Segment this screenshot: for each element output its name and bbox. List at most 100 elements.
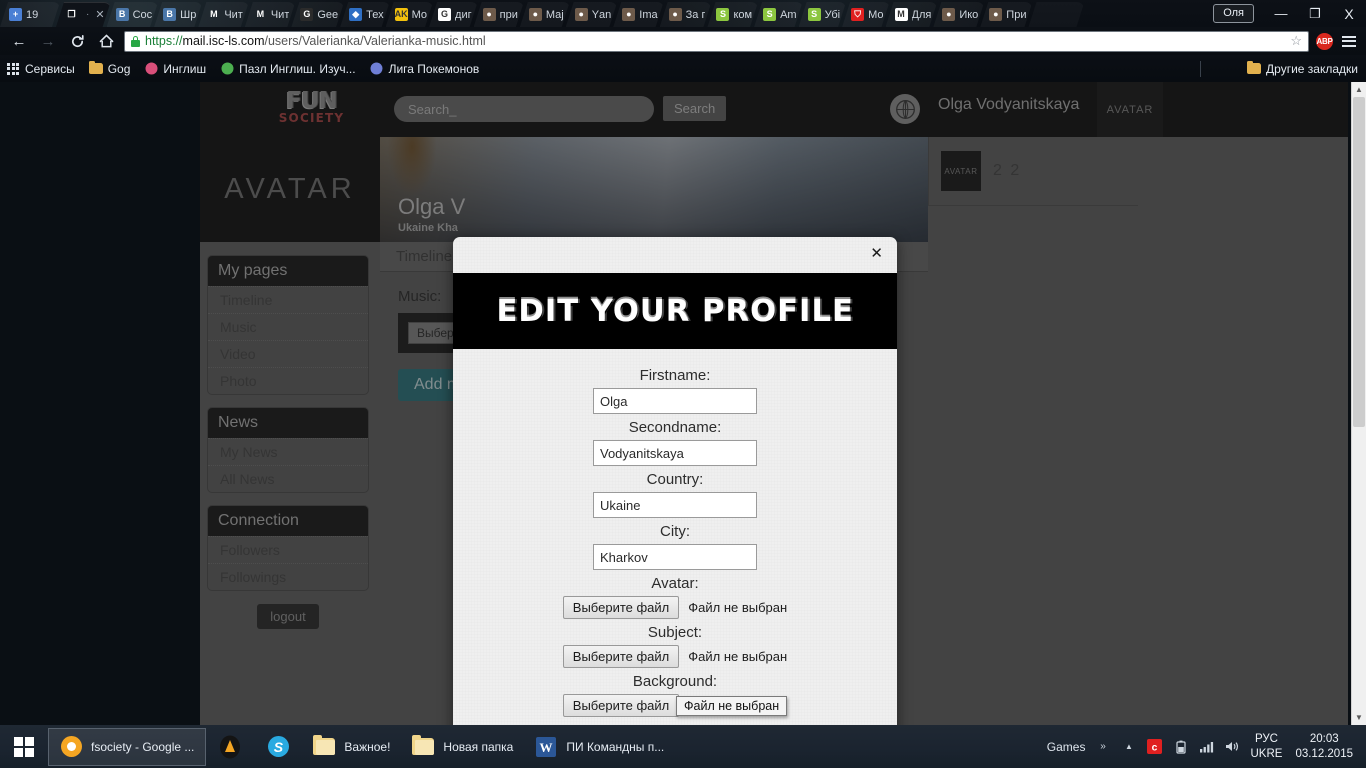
city-field[interactable] [593, 544, 757, 570]
browser-tab[interactable]: ● За г [660, 2, 712, 27]
language-indicator[interactable]: РУС UKRE [1250, 732, 1282, 762]
reload-icon[interactable] [66, 30, 88, 52]
sidebar-item-followings[interactable]: Followings [208, 563, 368, 590]
browser-tab[interactable]: +19 [0, 2, 60, 27]
url-host: mail.isc-ls.com [182, 34, 265, 48]
browser-tab[interactable]: M Для [886, 2, 938, 27]
sidebar-item-followers[interactable]: Followers [208, 536, 368, 563]
svg-text:W: W [540, 740, 553, 755]
tab-title: Сос [132, 8, 153, 21]
network-icon[interactable] [1198, 738, 1215, 755]
bookmark-item[interactable]: Сервисы [6, 62, 75, 76]
browser-tab[interactable]: M Чит [198, 2, 249, 27]
firstname-field[interactable] [593, 388, 757, 414]
scroll-up-button[interactable]: ▲ [1352, 82, 1366, 97]
browser-tab[interactable]: ◆ Тех [340, 2, 389, 27]
green-icon: S [808, 8, 821, 21]
header-avatar[interactable]: AVATAR [1097, 82, 1163, 137]
clock[interactable]: 20:03 03.12.2015 [1291, 732, 1357, 762]
browser-tab[interactable]: B Шр [154, 2, 202, 27]
sidebar-item-timeline[interactable]: Timeline [208, 286, 368, 313]
browser-tab[interactable]: ⛉ Мо [842, 2, 889, 27]
bookmark-star-icon[interactable]: ☆ [1290, 33, 1302, 49]
sidebar-item-my-news[interactable]: My News [208, 438, 368, 465]
sidebar-item-music[interactable]: Music [208, 313, 368, 340]
battery-icon[interactable] [1172, 738, 1189, 755]
browser-tab[interactable]: Sком [707, 2, 758, 27]
secondname-label: Secondname: [628, 419, 722, 436]
url-text: https://mail.isc-ls.com/users/Valerianka… [145, 34, 486, 48]
tab-dot: · [86, 9, 90, 20]
bookmark-item[interactable]: Лига Покемонов [370, 62, 479, 76]
browser-tab[interactable]: Gдиг [429, 2, 478, 27]
page-viewport: FUN SOCIETY Search Olga Vodyanitskaya AV… [0, 82, 1366, 725]
adblock-icon[interactable]: ABP [1316, 32, 1333, 50]
maximize-restore-button[interactable]: ❐ [1298, 0, 1332, 27]
browser-tab[interactable]: ● Маj [520, 2, 570, 27]
logo-line-2: SOCIETY [278, 111, 345, 125]
scroll-down-button[interactable]: ▼ [1352, 710, 1366, 725]
home-icon[interactable] [95, 30, 117, 52]
bookmark-item[interactable]: Инглиш [144, 62, 206, 76]
browser-tab[interactable]: ● Ико [933, 2, 984, 27]
cover-subtitle: Ukaine Kha [398, 222, 458, 234]
browser-tab[interactable]: M Чит [245, 2, 296, 27]
bookmark-item[interactable]: Пазл Инглиш. Изуч... [220, 62, 356, 76]
site-logo[interactable]: FUN SOCIETY [264, 88, 359, 125]
browser-tab[interactable]: B Сос [107, 2, 159, 27]
browser-tab[interactable]: ● При [980, 2, 1032, 27]
background-choose-file-button[interactable]: Выберите файл [562, 694, 680, 717]
minimize-button[interactable]: — [1264, 0, 1298, 27]
browser-tab[interactable]: ● Yаn [566, 2, 618, 27]
logout-button[interactable]: logout [257, 604, 319, 629]
chrome-icon [60, 736, 82, 758]
globe-icon[interactable] [890, 94, 920, 124]
games-tray-label[interactable]: Games [1047, 740, 1086, 754]
scroll-thumb[interactable] [1353, 97, 1365, 427]
browser-tab[interactable]: ● при [474, 2, 524, 27]
taskbar-item[interactable]: W ПИ Командны п... [524, 728, 675, 766]
chrome-menu-icon[interactable] [1340, 35, 1358, 47]
header-user-name[interactable]: Olga Vodyanitskaya [938, 96, 1079, 114]
sidebar-item-photo[interactable]: Photo [208, 367, 368, 394]
bookmark-item[interactable]: Gog [88, 60, 130, 76]
photo-icon: ● [942, 8, 955, 21]
taskbar-item[interactable]: Новая папка [401, 728, 524, 766]
close-window-button[interactable]: X [1332, 0, 1366, 27]
overflow-icon[interactable]: » [1094, 738, 1111, 755]
profile-avatar-placeholder[interactable]: AVATAR [200, 137, 380, 242]
volume-icon[interactable] [1224, 738, 1241, 755]
search-button[interactable]: Search [663, 96, 727, 121]
taskbar-item[interactable] [206, 728, 254, 766]
browser-tab[interactable]: S Убі [799, 2, 847, 27]
tab-close-icon[interactable]: ✕ [95, 8, 104, 21]
search-input[interactable] [394, 96, 654, 122]
avatar-choose-file-button[interactable]: Выберите файл [562, 596, 680, 619]
list-item[interactable]: AVATAR 2 2 [929, 137, 1138, 206]
page-scrollbar[interactable]: ▲ ▼ [1351, 82, 1366, 725]
browser-tab[interactable]: S Am [754, 2, 803, 27]
country-field[interactable] [593, 492, 757, 518]
browser-tab[interactable] [1028, 2, 1084, 27]
forward-icon[interactable]: → [37, 30, 59, 52]
taskbar-item[interactable]: fsociety - Google ... [48, 727, 207, 766]
browser-tab[interactable]: ❐ · ✕ [56, 2, 111, 27]
browser-tab[interactable]: ● Ima [613, 2, 663, 27]
close-icon[interactable]: ✕ [870, 246, 883, 261]
colorful-icon [144, 62, 158, 76]
c-icon[interactable]: c [1146, 738, 1163, 755]
other-bookmarks-item[interactable]: Другие закладки [1247, 60, 1358, 76]
address-bar[interactable]: https://mail.isc-ls.com/users/Valerianka… [124, 30, 1309, 52]
taskbar-item[interactable]: Важное! [302, 728, 401, 766]
profile-user-button[interactable]: Оля [1213, 4, 1254, 23]
browser-tab[interactable]: G Gee [291, 2, 344, 27]
subject-choose-file-button[interactable]: Выберите файл [562, 645, 680, 668]
start-button[interactable] [0, 725, 48, 768]
sidebar-item-video[interactable]: Video [208, 340, 368, 367]
sidebar-item-all-news[interactable]: All News [208, 465, 368, 492]
secondname-field[interactable] [593, 440, 757, 466]
taskbar-item[interactable]: S [254, 728, 302, 766]
back-icon[interactable]: ← [8, 30, 30, 52]
browser-tab[interactable]: AK Мо [386, 2, 433, 27]
chevron-up-icon[interactable]: ▲ [1120, 738, 1137, 755]
